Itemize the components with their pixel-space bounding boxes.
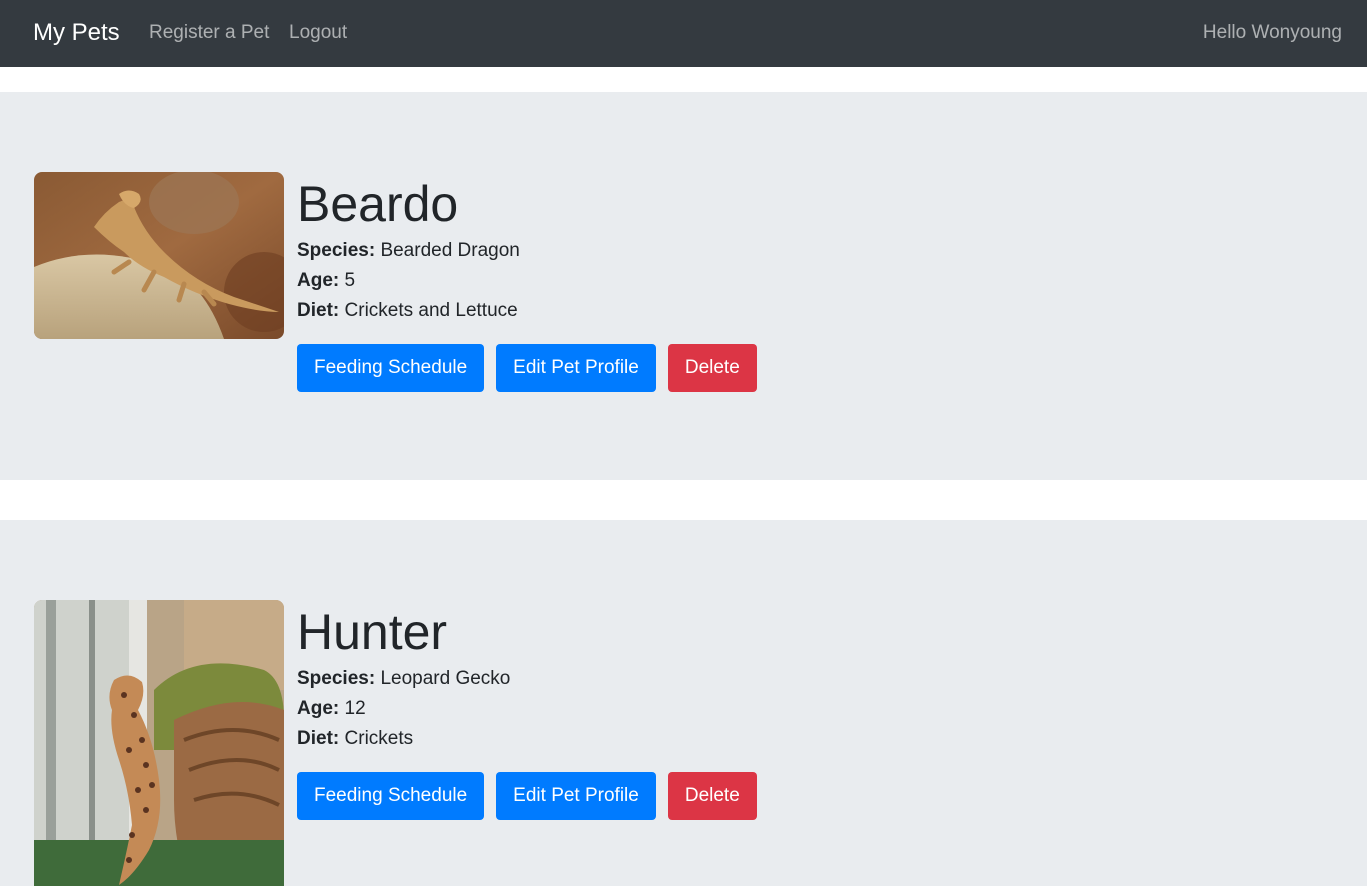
age-value: 12 (344, 698, 366, 719)
species-label: Species: (297, 668, 376, 689)
delete-pet-button[interactable]: Delete (667, 344, 757, 392)
edit-pet-profile-button[interactable]: Edit Pet Profile (496, 772, 656, 820)
brand-link[interactable]: My Pets (33, 18, 120, 48)
pet-actions: Feeding Schedule Edit Pet Profile Delete (297, 772, 757, 820)
edit-pet-profile-button[interactable]: Edit Pet Profile (496, 344, 656, 392)
pet-name: Beardo (297, 176, 459, 232)
delete-pet-button[interactable]: Delete (667, 772, 757, 820)
nav-logout-link[interactable]: Logout (289, 21, 347, 45)
navbar: My Pets Register a Pet Logout Hello Wony… (0, 0, 1367, 67)
feeding-schedule-button[interactable]: Feeding Schedule (297, 772, 485, 820)
leopard-gecko-photo (34, 600, 284, 886)
pet-info: Beardo Species: Bearded Dragon Age: 5 Di… (297, 172, 757, 392)
diet-label: Diet: (297, 300, 340, 321)
diet-value: Crickets (344, 728, 414, 749)
pet-age: Age: 5 (297, 266, 757, 296)
pet-card-hunter: Hunter Species: Leopard Gecko Age: 12 Di… (0, 520, 1367, 886)
species-value: Leopard Gecko (380, 668, 511, 689)
age-label: Age: (297, 698, 340, 719)
pet-age: Age: 12 (297, 694, 757, 724)
pet-diet: Diet: Crickets (297, 724, 757, 754)
species-label: Species: (297, 240, 376, 261)
diet-value: Crickets and Lettuce (344, 300, 518, 321)
pet-actions: Feeding Schedule Edit Pet Profile Delete (297, 344, 757, 392)
bearded-dragon-photo (34, 172, 284, 339)
age-value: 5 (344, 270, 356, 291)
diet-label: Diet: (297, 728, 340, 749)
pet-diet: Diet: Crickets and Lettuce (297, 296, 757, 326)
pet-species: Species: Bearded Dragon (297, 236, 757, 266)
pet-card-beardo: Beardo Species: Bearded Dragon Age: 5 Di… (0, 92, 1367, 480)
pet-species: Species: Leopard Gecko (297, 664, 757, 694)
species-value: Bearded Dragon (380, 240, 520, 261)
nav-register-pet-link[interactable]: Register a Pet (149, 21, 269, 45)
age-label: Age: (297, 270, 340, 291)
feeding-schedule-button[interactable]: Feeding Schedule (297, 344, 485, 392)
user-greeting: Hello Wonyoung (1202, 22, 1342, 43)
pet-name: Hunter (297, 604, 448, 660)
pet-info: Hunter Species: Leopard Gecko Age: 12 Di… (297, 600, 757, 820)
